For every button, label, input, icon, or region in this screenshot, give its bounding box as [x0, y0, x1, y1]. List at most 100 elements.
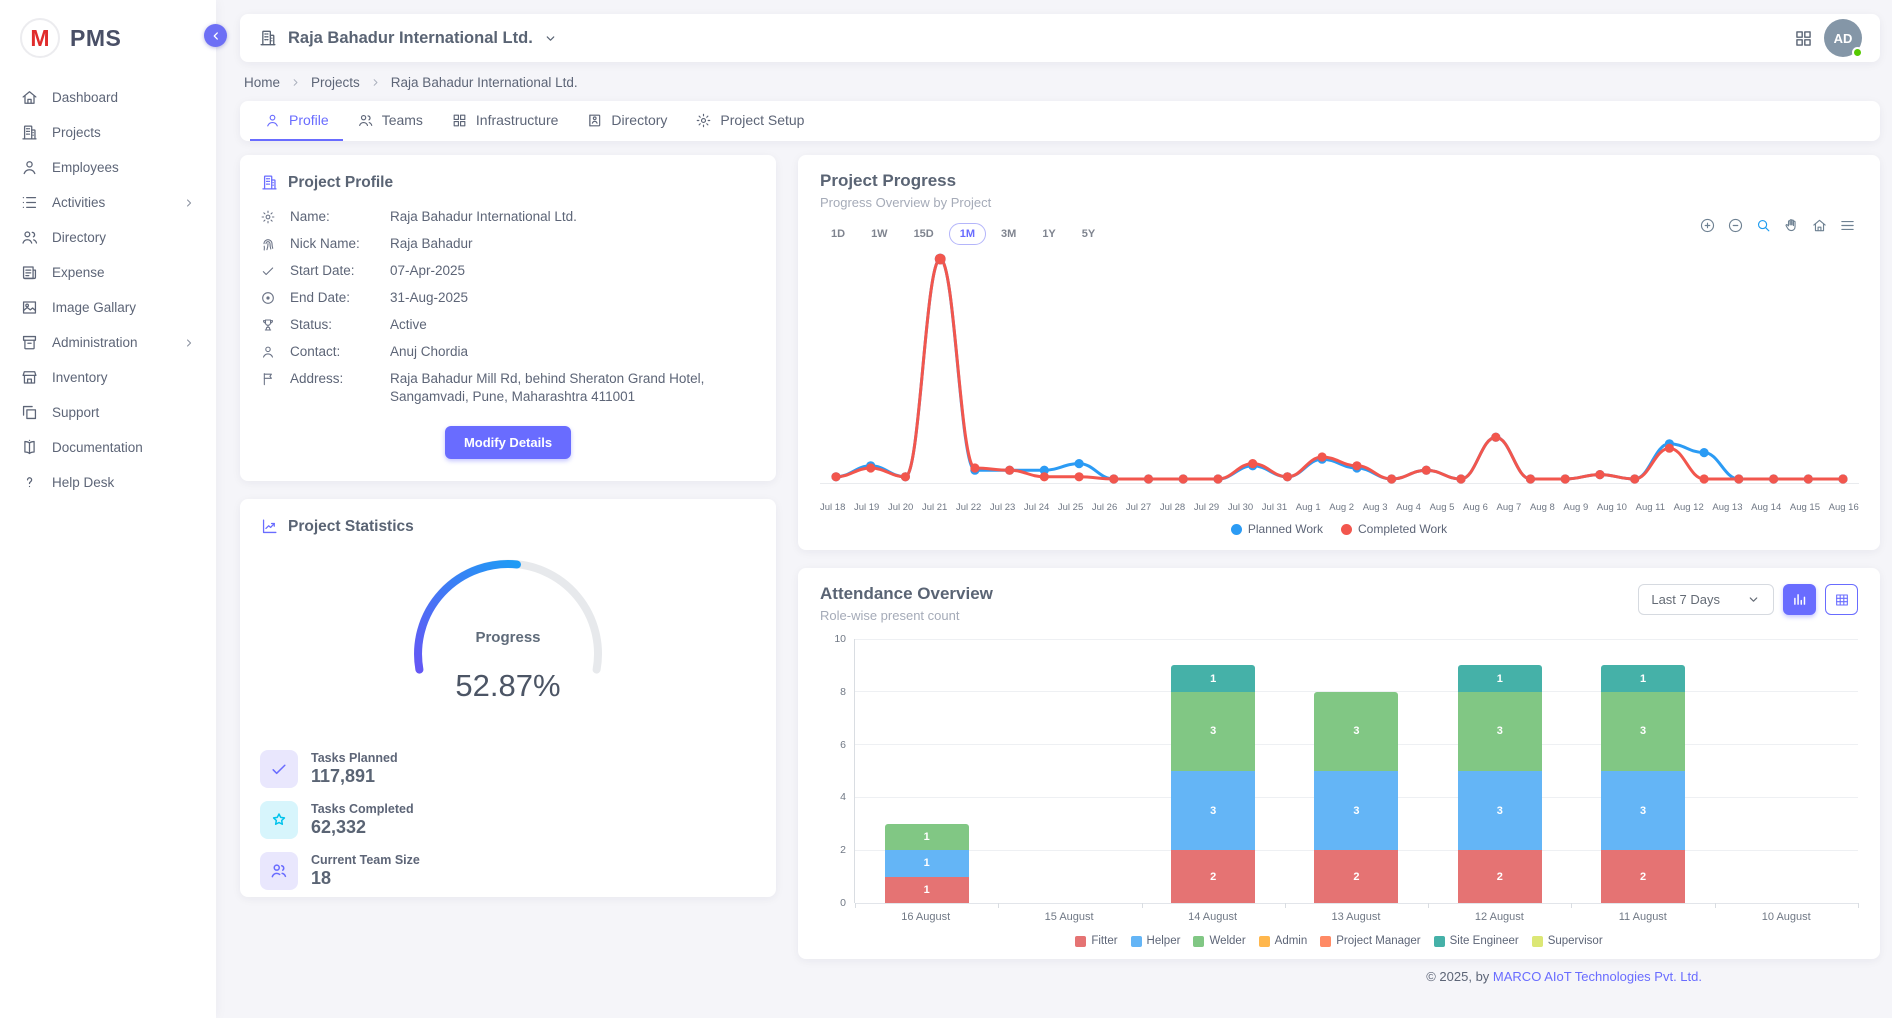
- toolbar-zoomin-button[interactable]: [1699, 217, 1716, 234]
- sidebar-item-expense[interactable]: Expense: [0, 255, 216, 290]
- tab-profile[interactable]: Profile: [250, 101, 343, 141]
- legend-item-helper[interactable]: Helper: [1131, 935, 1181, 947]
- bar-column-15-august[interactable]: [998, 639, 1141, 903]
- sidebar-item-help-desk[interactable]: Help Desk: [0, 465, 216, 500]
- bar-segment-fitter[interactable]: 2: [1314, 850, 1398, 903]
- data-point[interactable]: [1075, 472, 1084, 481]
- data-point[interactable]: [831, 472, 840, 481]
- legend-item-welder[interactable]: Welder: [1193, 935, 1245, 947]
- bar-segment-helper[interactable]: 3: [1601, 771, 1685, 850]
- legend-item-project-manager[interactable]: Project Manager: [1320, 935, 1420, 947]
- sidebar-item-activities[interactable]: Activities: [0, 185, 216, 220]
- data-point[interactable]: [1075, 459, 1084, 468]
- bar-segment-fitter[interactable]: 2: [1458, 850, 1542, 903]
- bar-column-16-august[interactable]: 111: [855, 639, 998, 903]
- toolbar-zoomsel-button[interactable]: [1755, 217, 1772, 234]
- bar-segment-fitter[interactable]: 2: [1171, 850, 1255, 903]
- data-point[interactable]: [1804, 474, 1813, 483]
- company-selector[interactable]: Raja Bahadur International Ltd.: [288, 29, 533, 48]
- bar-segment-helper[interactable]: 3: [1458, 771, 1542, 850]
- breadcrumb-item-raja-bahadur-international-ltd[interactable]: Raja Bahadur International Ltd.: [391, 75, 578, 90]
- sidebar-item-administration[interactable]: Administration: [0, 325, 216, 360]
- sidebar-item-employees[interactable]: Employees: [0, 150, 216, 185]
- range-select[interactable]: Last 7 Days: [1638, 584, 1774, 615]
- data-point[interactable]: [935, 254, 946, 265]
- data-point[interactable]: [1491, 433, 1500, 442]
- attendance-bar-chart[interactable]: 0246810111233123323312331 16 August15 Au…: [820, 639, 1858, 923]
- data-point[interactable]: [1665, 444, 1674, 453]
- user-avatar[interactable]: AD: [1824, 19, 1862, 57]
- bar-segment-site-engineer[interactable]: 1: [1171, 665, 1255, 691]
- toolbar-reset-button[interactable]: [1811, 217, 1828, 234]
- range-button-3m[interactable]: 3M: [990, 223, 1027, 245]
- legend-item-admin[interactable]: Admin: [1259, 935, 1308, 947]
- footer-company-link[interactable]: MARCO AIoT Technologies Pvt. Ltd.: [1493, 969, 1702, 984]
- bar-segment-welder[interactable]: 1: [885, 824, 969, 850]
- sidebar-item-projects[interactable]: Projects: [0, 115, 216, 150]
- data-point[interactable]: [1734, 474, 1743, 483]
- toolbar-menu-button[interactable]: [1839, 217, 1856, 234]
- data-point[interactable]: [1352, 461, 1361, 470]
- breadcrumb-item-home[interactable]: Home: [244, 75, 280, 90]
- legend-item-fitter[interactable]: Fitter: [1075, 935, 1117, 947]
- bar-segment-helper[interactable]: 1: [885, 850, 969, 876]
- bar-column-12-august[interactable]: 2331: [1428, 639, 1571, 903]
- data-point[interactable]: [1213, 474, 1222, 483]
- legend-item-site-engineer[interactable]: Site Engineer: [1434, 935, 1519, 947]
- sidebar-item-image-gallary[interactable]: Image Gallary: [0, 290, 216, 325]
- bar-view-button[interactable]: [1783, 584, 1816, 615]
- bar-segment-helper[interactable]: 3: [1171, 771, 1255, 850]
- bar-column-11-august[interactable]: 2331: [1571, 639, 1714, 903]
- tab-project-setup[interactable]: Project Setup: [681, 101, 818, 141]
- data-point[interactable]: [1456, 474, 1465, 483]
- sidebar-item-inventory[interactable]: Inventory: [0, 360, 216, 395]
- data-point[interactable]: [970, 463, 979, 472]
- range-button-1m[interactable]: 1M: [949, 223, 986, 245]
- data-point[interactable]: [1700, 474, 1709, 483]
- legend-item-supervisor[interactable]: Supervisor: [1532, 935, 1603, 947]
- line-chart[interactable]: [820, 245, 1858, 500]
- data-point[interactable]: [1005, 466, 1014, 475]
- bar-segment-welder[interactable]: 3: [1171, 692, 1255, 771]
- line-chart-svg[interactable]: [820, 245, 1859, 495]
- bar-segment-welder[interactable]: 3: [1314, 692, 1398, 771]
- tab-infrastructure[interactable]: Infrastructure: [437, 101, 572, 141]
- range-button-1w[interactable]: 1W: [860, 223, 899, 245]
- bar-column-10-august[interactable]: [1715, 639, 1858, 903]
- app-logo[interactable]: M PMS: [0, 0, 216, 74]
- data-point[interactable]: [1248, 459, 1257, 468]
- data-point[interactable]: [1422, 466, 1431, 475]
- data-point[interactable]: [1040, 472, 1049, 481]
- toolbar-pan-button[interactable]: [1783, 217, 1800, 234]
- bar-column-13-august[interactable]: 233: [1285, 639, 1428, 903]
- bar-segment-site-engineer[interactable]: 1: [1601, 665, 1685, 691]
- data-point[interactable]: [1144, 474, 1153, 483]
- range-button-5y[interactable]: 5Y: [1071, 223, 1106, 245]
- legend-item-completed-work[interactable]: Completed Work: [1341, 522, 1447, 536]
- data-point[interactable]: [1283, 472, 1292, 481]
- bar-segment-fitter[interactable]: 1: [885, 877, 969, 903]
- bar-segment-welder[interactable]: 3: [1458, 692, 1542, 771]
- sidebar-item-documentation[interactable]: Documentation: [0, 430, 216, 465]
- bar-segment-helper[interactable]: 3: [1314, 771, 1398, 850]
- sidebar-item-support[interactable]: Support: [0, 395, 216, 430]
- data-point[interactable]: [1769, 474, 1778, 483]
- bar-segment-fitter[interactable]: 2: [1601, 850, 1685, 903]
- range-button-1y[interactable]: 1Y: [1031, 223, 1066, 245]
- bar-segment-site-engineer[interactable]: 1: [1458, 665, 1542, 691]
- bar-segment-welder[interactable]: 3: [1601, 692, 1685, 771]
- table-view-button[interactable]: [1825, 584, 1858, 615]
- data-point[interactable]: [1700, 448, 1709, 457]
- modify-details-button[interactable]: Modify Details: [445, 426, 571, 459]
- sidebar-item-directory[interactable]: Directory: [0, 220, 216, 255]
- data-point[interactable]: [1526, 474, 1535, 483]
- legend-item-planned-work[interactable]: Planned Work: [1231, 522, 1323, 536]
- chevron-down-icon[interactable]: [543, 31, 558, 46]
- data-point[interactable]: [1109, 474, 1118, 483]
- data-point[interactable]: [1838, 474, 1847, 483]
- data-point[interactable]: [866, 463, 875, 472]
- data-point[interactable]: [1179, 474, 1188, 483]
- tab-teams[interactable]: Teams: [343, 101, 437, 141]
- range-button-1d[interactable]: 1D: [820, 223, 856, 245]
- apps-grid-icon[interactable]: [1793, 28, 1814, 49]
